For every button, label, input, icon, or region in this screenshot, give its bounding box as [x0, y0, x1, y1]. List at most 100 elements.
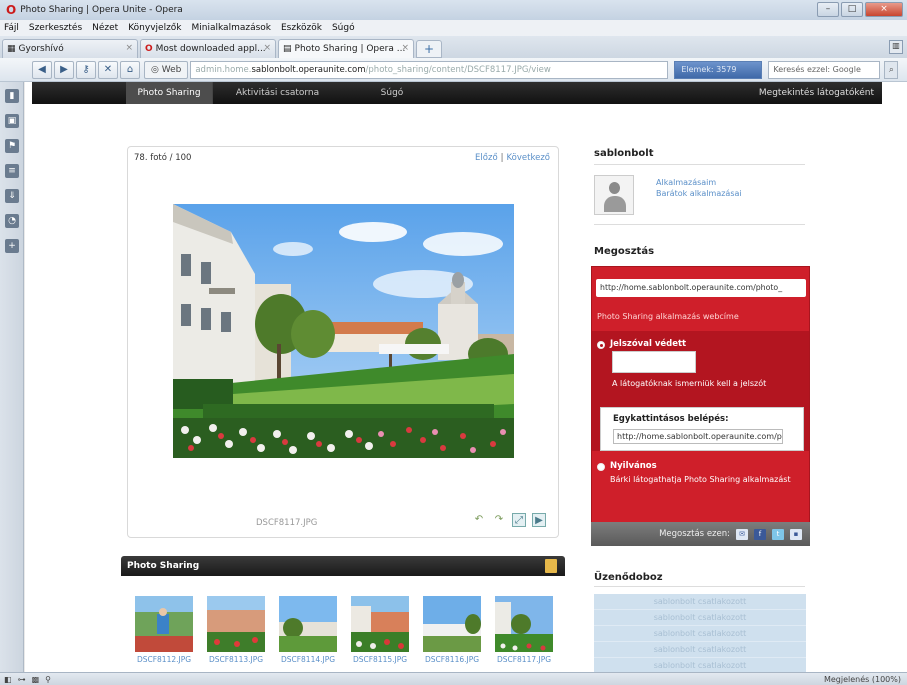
menu-widgets[interactable]: Minialkalmazások	[192, 23, 271, 33]
widgets-icon[interactable]: ▣	[5, 114, 19, 128]
unite-status-icon[interactable]: ⊶	[18, 675, 26, 684]
grid-icon: ▦	[7, 44, 16, 54]
menu-edit[interactable]: Szerkesztés	[29, 23, 82, 33]
nav-tab-activity[interactable]: Aktivitási csatorna	[212, 82, 342, 104]
thumbnail[interactable]: DSCF8114.JPG	[279, 596, 337, 664]
history-icon[interactable]: ◔	[5, 214, 19, 228]
photo-icon: ▤	[283, 44, 292, 54]
pagination-separator: |	[500, 153, 504, 163]
menu-file[interactable]: Fájl	[4, 23, 19, 33]
next-link[interactable]: Következő	[507, 153, 550, 163]
thumbnail-image-svg	[495, 596, 553, 652]
close-tab-icon[interactable]: ×	[263, 43, 271, 53]
facebook-icon[interactable]: f	[754, 528, 766, 540]
thumbnail[interactable]: DSCF8116.JPG	[423, 596, 481, 664]
web-security-badge[interactable]: ◎ Web	[144, 60, 189, 79]
search-icon[interactable]: ⌕	[884, 60, 899, 79]
nav-tab-photo-sharing[interactable]: Photo Sharing	[126, 82, 212, 104]
photo-filename: DSCF8117.JPG	[256, 518, 318, 528]
unite-nav-bar: Photo Sharing Aktivitási csatorna Súgó M…	[32, 82, 882, 104]
menu-view[interactable]: Nézet	[92, 23, 118, 33]
tab-most-downloaded[interactable]: O Most downloaded appl... ×	[140, 39, 276, 58]
trash-icon[interactable]: ▥	[889, 40, 903, 54]
one-click-login-title: Egykattintásos belépés:	[613, 414, 729, 424]
rotate-left-icon[interactable]: ↶	[472, 513, 486, 527]
thumbnail-caption: DSCF8116.JPG	[424, 655, 480, 664]
thumbnail-image	[351, 596, 409, 652]
opera-logo-icon: O	[6, 3, 17, 17]
menu-tools[interactable]: Eszközök	[281, 23, 322, 33]
share-url-field[interactable]: http://home.sablonbolt.operaunite.com/ph…	[596, 279, 806, 297]
fullscreen-icon[interactable]: ⤢	[512, 513, 526, 527]
divider	[594, 586, 805, 587]
thumbnail[interactable]: DSCF8115.JPG	[351, 596, 409, 664]
window-controls: – □ ×	[817, 2, 903, 17]
close-window-button[interactable]: ×	[865, 2, 903, 17]
my-apps-link[interactable]: Alkalmazásaim	[656, 178, 716, 187]
email-icon[interactable]: ✉	[736, 528, 748, 540]
thumbnail-image	[279, 596, 337, 652]
public-label: Nyilvános	[610, 461, 657, 471]
key-icon[interactable]: ⚷	[76, 60, 96, 79]
nav-tab-help[interactable]: Súgó	[342, 82, 442, 104]
zoom-icon[interactable]: ⚲	[45, 675, 51, 684]
avatar-body	[604, 196, 626, 212]
notes-icon[interactable]: ≡	[5, 164, 19, 178]
password-input[interactable]	[612, 351, 696, 373]
minimize-button[interactable]: –	[817, 2, 839, 17]
home-button[interactable]: ⌂	[120, 60, 140, 79]
share-on-label: Megosztás ezen:	[659, 529, 730, 539]
slideshow-icon[interactable]: ▶	[532, 513, 546, 527]
tab-photo-sharing[interactable]: ▤ Photo Sharing | Opera ... ×	[278, 39, 414, 58]
divider	[594, 224, 805, 225]
downloads-icon[interactable]: ⇓	[5, 189, 19, 203]
close-tab-icon[interactable]: ×	[125, 43, 133, 53]
twitter-icon[interactable]: t	[772, 528, 784, 540]
thumbnail-image	[135, 596, 193, 652]
avatar	[594, 175, 634, 215]
public-desc: Bárki látogathatja Photo Sharing alkalma…	[610, 475, 791, 484]
thumbnail-caption: DSCF8117.JPG	[496, 655, 552, 664]
turbo-icon[interactable]: ▩	[32, 675, 40, 684]
url-field[interactable]: admin.home. sablonbolt.operaunite.com/pho…	[190, 60, 669, 79]
maximize-button[interactable]: □	[841, 2, 863, 17]
main-photo[interactable]	[173, 204, 514, 458]
stop-button[interactable]: ✕	[98, 60, 118, 79]
close-tab-icon[interactable]: ×	[401, 43, 409, 53]
prev-link[interactable]: Előző	[475, 153, 498, 163]
bookmarks-icon[interactable]: ▮	[5, 89, 19, 103]
folder-icon[interactable]	[545, 559, 557, 573]
public-radio[interactable]	[597, 463, 605, 471]
one-click-login-url[interactable]: http://home.sablonbolt.operaunite.com/p	[613, 429, 783, 444]
back-button[interactable]: ◀	[32, 60, 52, 79]
history-dropdown[interactable]: Elemek: 3579	[674, 60, 763, 79]
new-tab-button[interactable]: +	[416, 40, 442, 58]
thumbnail-image	[495, 596, 553, 652]
forward-button[interactable]: ▶	[54, 60, 74, 79]
menu-bookmarks[interactable]: Könyvjelzők	[128, 23, 181, 33]
search-input[interactable]: Keresés ezzel: Google	[768, 60, 881, 79]
status-bar: ◧ ⊶ ▩ ⚲ Megjelenés (100%)	[0, 672, 907, 685]
thumbnail[interactable]: DSCF8112.JPG	[135, 596, 193, 664]
view-as-visitor-link[interactable]: Megtekintés látogatóként	[759, 88, 882, 98]
rotate-right-icon[interactable]: ↷	[492, 513, 506, 527]
panel-toggle-icon[interactable]: ◧	[4, 675, 12, 684]
menu-help[interactable]: Súgó	[332, 23, 355, 33]
web-label: Web	[161, 64, 182, 75]
avatar-head	[609, 182, 620, 194]
tab-speed-dial[interactable]: ▦ Gyorshívó ×	[2, 39, 138, 58]
thumbnail-image	[207, 596, 265, 652]
password-protected-radio[interactable]	[597, 341, 605, 349]
thumbnail[interactable]: DSCF8117.JPG	[495, 596, 553, 664]
add-panel-icon[interactable]: +	[5, 239, 19, 253]
friends-apps-link[interactable]: Barátok alkalmazásai	[656, 189, 742, 198]
delicious-icon[interactable]: ▪	[790, 528, 802, 540]
thumbnail-image-svg	[135, 596, 193, 652]
tab-label: Gyorshívó	[18, 44, 64, 54]
unite-icon[interactable]: ⚑	[5, 139, 19, 153]
thumbnail-image-svg	[207, 596, 265, 652]
zoom-level[interactable]: Megjelenés (100%)	[824, 675, 907, 684]
thumbnail[interactable]: DSCF8113.JPG	[207, 596, 265, 664]
share-on-bar: Megosztás ezen: ✉ f t ▪	[591, 522, 810, 546]
side-panel: ▮ ▣ ⚑ ≡ ⇓ ◔ +	[0, 82, 24, 672]
